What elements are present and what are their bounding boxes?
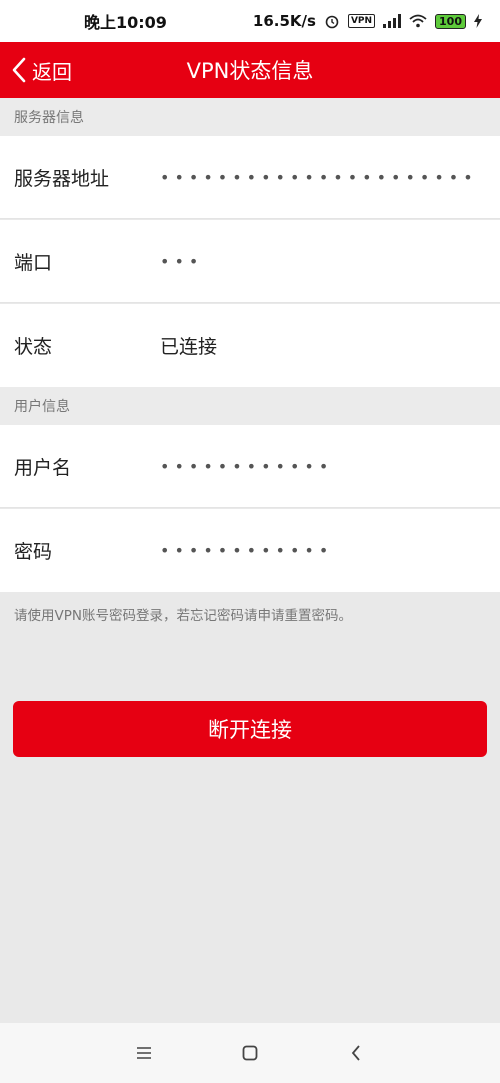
row-port: 端口 ••• <box>0 220 500 303</box>
status-bar: 晚上10:09 16.5K/s VPN 100 <box>0 0 500 42</box>
row-server-address: 服务器地址 •••••••••••••••••••••• <box>0 136 500 219</box>
row-label: 密码 <box>14 541 53 563</box>
section-header-user: 用户信息 <box>0 387 500 425</box>
chevron-left-icon <box>12 57 26 83</box>
row-label: 服务器地址 <box>14 167 110 190</box>
back-button[interactable]: 返回 <box>10 42 72 98</box>
signal-icon <box>383 14 402 28</box>
wifi-icon <box>409 14 427 28</box>
back-label: 返回 <box>32 59 72 84</box>
row-password: 密码 •••••••••••• <box>0 509 500 592</box>
row-value: •••••••••••• <box>160 456 334 476</box>
row-status: 状态 已连接 <box>0 304 500 387</box>
row-username: 用户名 •••••••••••• <box>0 425 500 508</box>
row-value: ••• <box>160 251 204 271</box>
row-value: •••••••••••••••••••••• <box>160 167 478 187</box>
help-note: 请使用VPN账号密码登录，若忘记密码请申请重置密码。 <box>14 608 352 624</box>
menu-icon[interactable] <box>131 1040 157 1066</box>
disconnect-button[interactable]: 断开连接 <box>13 701 487 757</box>
home-icon[interactable] <box>237 1040 263 1066</box>
row-value: •••••••••••• <box>160 541 334 560</box>
row-label: 用户名 <box>14 456 72 479</box>
battery-indicator: 100 <box>435 13 466 29</box>
page-title: VPN状态信息 <box>186 59 314 83</box>
back-icon[interactable] <box>343 1040 369 1066</box>
charging-icon <box>474 14 482 28</box>
status-time: 晚上10:09 <box>84 13 167 32</box>
network-speed: 16.5K/s <box>252 12 316 30</box>
status-right-group: 16.5K/s VPN 100 <box>253 12 482 30</box>
app-header: 返回 VPN状态信息 <box>0 42 500 98</box>
section-header-server: 服务器信息 <box>0 98 500 136</box>
row-label: 端口 <box>14 251 53 274</box>
alarm-icon <box>324 13 340 29</box>
system-nav-bar <box>0 1023 500 1083</box>
connection-status: 已连接 <box>160 336 218 358</box>
vpn-status-badge: VPN <box>347 14 376 28</box>
row-label: 状态 <box>14 336 53 358</box>
